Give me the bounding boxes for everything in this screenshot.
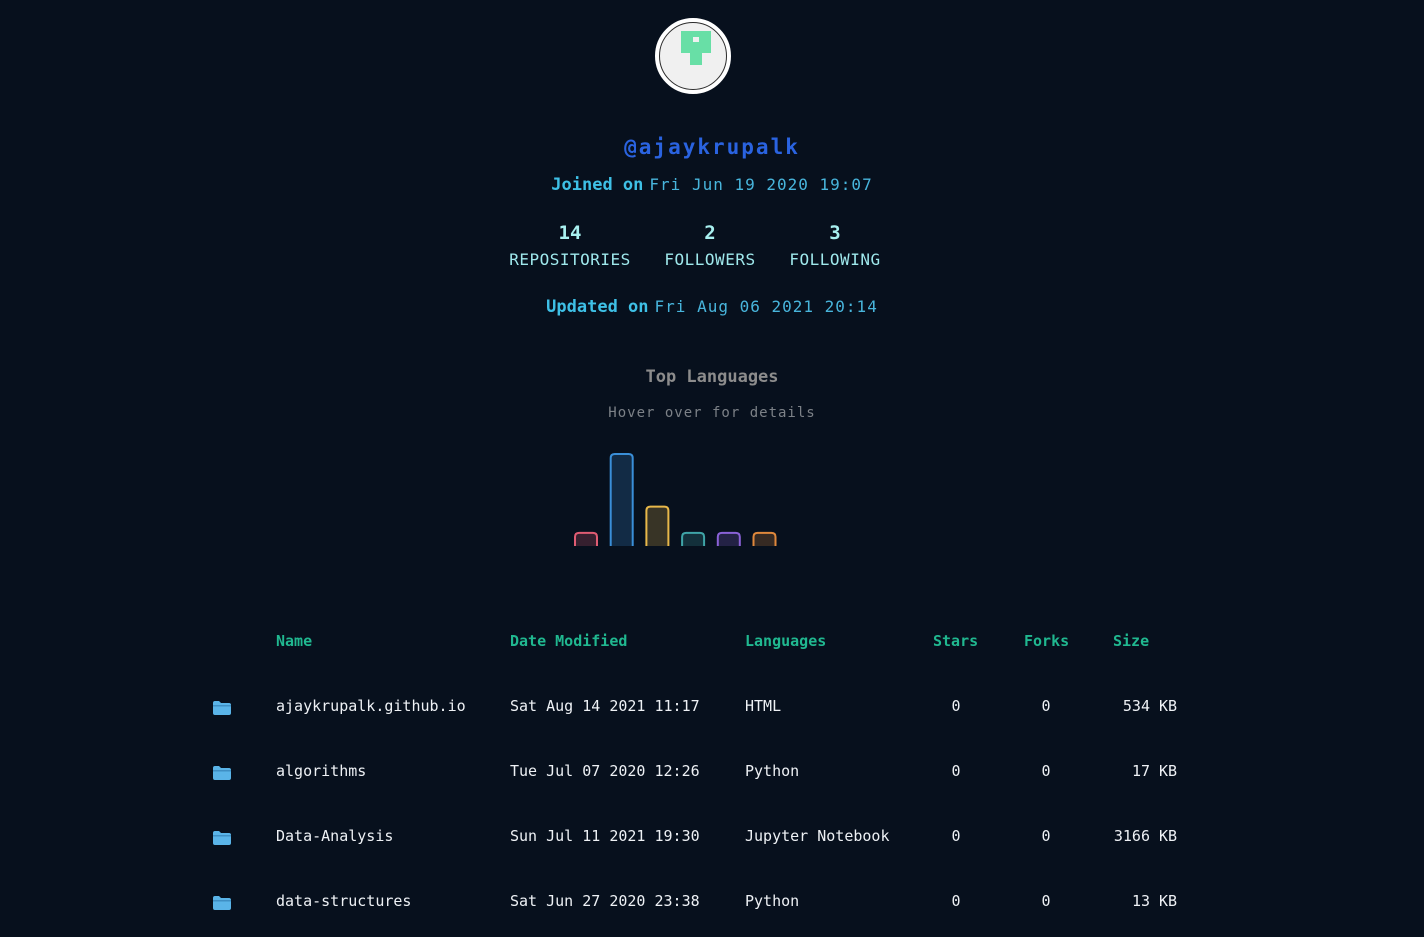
- stat-label: FOLLOWING: [789, 250, 881, 269]
- repo-name[interactable]: data-structures: [276, 892, 411, 910]
- folder-icon: [213, 701, 231, 715]
- avatar-frame: [659, 22, 727, 90]
- repo-forks: 0: [1041, 697, 1051, 715]
- repo-stars: 0: [951, 892, 961, 910]
- stat-label: REPOSITORIES: [509, 250, 631, 269]
- language-bar[interactable]: [609, 453, 634, 546]
- repo-date: Tue Jul 07 2020 12:26: [510, 762, 700, 780]
- repo-forks: 0: [1041, 892, 1051, 910]
- profile-page: @ajaykrupalk Joined on Fri Jun 19 2020 19…: [0, 0, 1424, 937]
- username[interactable]: @ajaykrupalk: [0, 135, 1424, 159]
- language-bar[interactable]: [645, 505, 670, 546]
- table-row[interactable]: ajaykrupalk.github.io Sat Aug 14 2021 11…: [0, 697, 1424, 727]
- repo-size-unit: KB: [1159, 892, 1178, 910]
- repo-language: HTML: [745, 697, 782, 715]
- repo-name[interactable]: algorithms: [276, 762, 366, 780]
- repo-size-unit: KB: [1159, 697, 1178, 715]
- language-bar[interactable]: [681, 531, 706, 546]
- repo-size: 534: [1122, 697, 1150, 715]
- column-header-date[interactable]: Date Modified: [510, 632, 627, 650]
- updated-line: Updated on Fri Aug 06 2021 20:14: [0, 297, 1424, 317]
- column-header-languages[interactable]: Languages: [745, 632, 826, 650]
- repo-size: 17: [1131, 762, 1150, 780]
- repo-language: Python: [745, 762, 800, 780]
- joined-label: Joined on: [551, 175, 644, 195]
- repo-size: 3166: [1113, 827, 1150, 845]
- repo-size-unit: KB: [1159, 762, 1178, 780]
- folder-icon: [213, 896, 231, 910]
- repo-name[interactable]: ajaykrupalk.github.io: [276, 697, 466, 715]
- repo-stars: 0: [951, 762, 961, 780]
- repo-date: Sat Aug 14 2021 11:17: [510, 697, 700, 715]
- updated-label: Updated on: [546, 297, 649, 317]
- column-header-name[interactable]: Name: [276, 632, 312, 650]
- stat-following: 3 FOLLOWING: [780, 222, 890, 269]
- updated-date: Fri Aug 06 2021 20:14: [654, 297, 878, 316]
- stat-value: 2: [704, 222, 716, 244]
- languages-subtitle: Hover over for details: [608, 405, 816, 421]
- languages-title: Top Languages: [645, 367, 779, 387]
- language-bar[interactable]: [716, 531, 741, 546]
- table-row[interactable]: Data-Analysis Sun Jul 11 2021 19:30 Jupy…: [0, 827, 1424, 857]
- languages-chart: [574, 453, 777, 546]
- stat-repositories: 14 REPOSITORIES: [500, 222, 640, 269]
- joined-date: Fri Jun 19 2020 19:07: [649, 175, 873, 194]
- language-bar[interactable]: [574, 531, 598, 546]
- repo-language: Jupyter Notebook: [745, 827, 890, 845]
- repo-date: Sun Jul 11 2021 19:30: [510, 827, 700, 845]
- repo-forks: 0: [1041, 762, 1051, 780]
- repo-forks: 0: [1041, 827, 1051, 845]
- column-header-forks[interactable]: Forks: [1024, 632, 1069, 650]
- repo-name[interactable]: Data-Analysis: [276, 827, 393, 845]
- folder-icon: [213, 766, 231, 780]
- repo-stars: 0: [951, 827, 961, 845]
- repo-stars: 0: [951, 697, 961, 715]
- table-row[interactable]: data-structures Sat Jun 27 2020 23:38 Py…: [0, 892, 1424, 922]
- repo-date: Sat Jun 27 2020 23:38: [510, 892, 700, 910]
- stat-value: 3: [829, 222, 841, 244]
- column-header-size[interactable]: Size: [1113, 632, 1149, 650]
- table-row[interactable]: algorithms Tue Jul 07 2020 12:26 Python …: [0, 762, 1424, 792]
- joined-line: Joined on Fri Jun 19 2020 19:07: [0, 175, 1424, 195]
- column-header-stars[interactable]: Stars: [933, 632, 978, 650]
- repo-language: Python: [745, 892, 800, 910]
- folder-icon: [213, 831, 231, 845]
- identicon-icon: [681, 31, 711, 65]
- stat-followers: 2 FOLLOWERS: [655, 222, 765, 269]
- avatar[interactable]: [655, 18, 731, 94]
- repo-size: 13: [1131, 892, 1150, 910]
- stat-value: 14: [558, 222, 582, 244]
- repo-size-unit: KB: [1159, 827, 1178, 845]
- stat-label: FOLLOWERS: [664, 250, 756, 269]
- language-bar[interactable]: [752, 531, 777, 546]
